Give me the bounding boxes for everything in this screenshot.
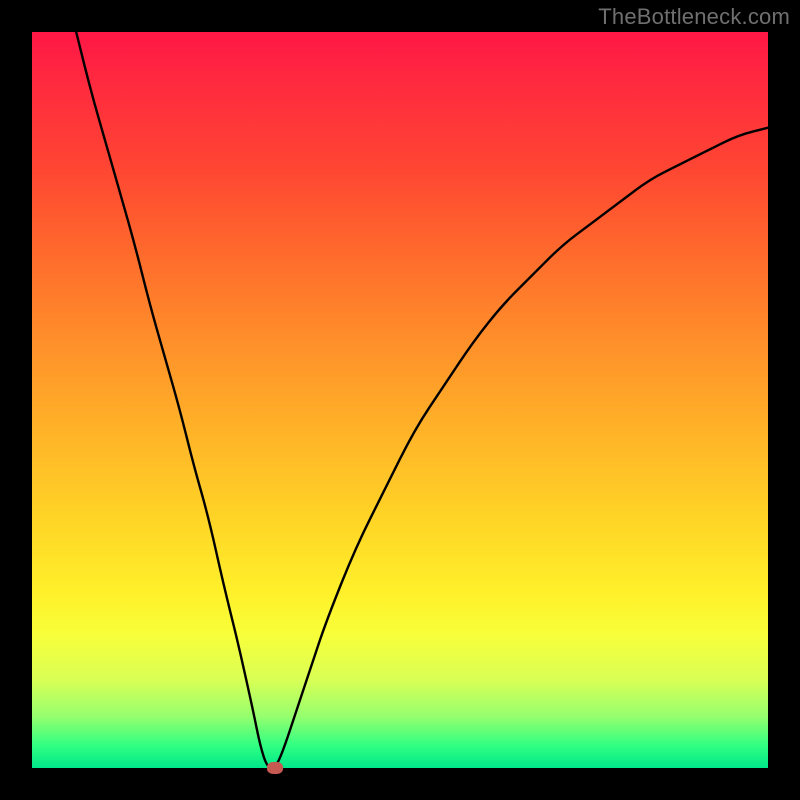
watermark-text: TheBottleneck.com	[598, 4, 790, 30]
bottleneck-curve	[32, 32, 768, 768]
plot-area	[32, 32, 768, 768]
optimal-point-marker	[267, 762, 283, 774]
chart-frame: TheBottleneck.com	[0, 0, 800, 800]
